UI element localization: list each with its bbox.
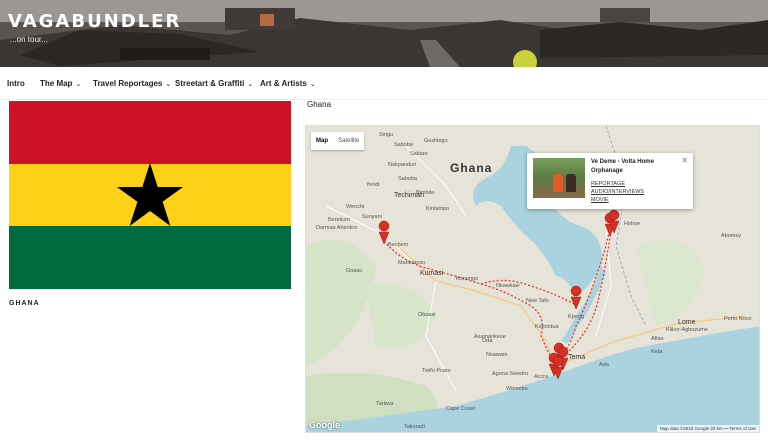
nav-item-label: Art & Artists bbox=[260, 79, 307, 88]
map-place-label: Nsawam bbox=[486, 352, 508, 358]
map-place-label: Nakpanduri bbox=[388, 162, 417, 168]
map-place-label: Aflao bbox=[651, 336, 664, 342]
map-place-label: Cape Coast bbox=[446, 406, 476, 412]
map-place-label: Tarkwa bbox=[376, 401, 394, 407]
map-place-label: Twifo Praso bbox=[422, 368, 451, 374]
map-place-label: Konongo bbox=[456, 276, 479, 282]
chevron-down-icon: ⌄ bbox=[165, 81, 172, 88]
map-place-label: Dormaa Ahenkro bbox=[316, 225, 358, 231]
chevron-down-icon: ⌄ bbox=[309, 81, 316, 88]
map-place-label: Kintampo bbox=[426, 206, 450, 212]
map-place-label: New Tafo bbox=[526, 298, 549, 304]
map-place-label: Gushiegu bbox=[424, 138, 448, 144]
map-place-label: Porto Novo bbox=[724, 316, 752, 322]
map-place-label: Kpong bbox=[568, 314, 584, 320]
map-place-label: Saboba bbox=[394, 142, 413, 148]
info-link-movie[interactable]: MOVIE bbox=[591, 197, 609, 203]
map-place-label: Sirigu bbox=[379, 132, 394, 138]
map-place-label: Klikor-Agbozume bbox=[666, 327, 708, 333]
map-pin-icon bbox=[378, 220, 390, 245]
nav-item-label: Travel Reportages bbox=[93, 79, 163, 88]
map-place-label: Agona Swedru bbox=[492, 371, 529, 377]
page-title: Ghana bbox=[307, 100, 332, 109]
map-place-label: Obuasi bbox=[418, 312, 436, 318]
map-place-label: Berekum bbox=[328, 217, 351, 223]
info-window-title: Ve Deme - Volta Home Orphanage bbox=[591, 159, 654, 174]
nav-item-intro[interactable]: Intro bbox=[7, 79, 25, 88]
chevron-down-icon: ⌄ bbox=[247, 81, 254, 88]
map-type-control: Map Satellite bbox=[311, 132, 365, 150]
info-link-audio-interviews[interactable]: AUDIO/INTERVIEWS bbox=[591, 189, 644, 195]
flag-caption[interactable]: GHANA bbox=[9, 300, 40, 307]
google-logo[interactable]: Google bbox=[309, 420, 340, 430]
map-info-window: Ve Deme - Volta Home Orphanage REPORTAGE… bbox=[527, 153, 693, 209]
map-place-label: Saboba bbox=[398, 176, 417, 182]
map-place-label: Ada bbox=[599, 362, 609, 368]
site-title[interactable]: VAGABUNDLER bbox=[8, 11, 181, 32]
nav-item-streetart-graffiti[interactable]: Streetart & Graffiti ⌄ bbox=[175, 79, 253, 88]
map-place-label: Hohoe bbox=[624, 221, 641, 227]
map-country-label: Ghana bbox=[450, 161, 493, 175]
map-place-label: Keta bbox=[651, 349, 663, 355]
nav-item-label: Intro bbox=[7, 79, 25, 88]
map-place-label: Sunyani bbox=[362, 214, 382, 220]
map-place-label: Abomey bbox=[721, 233, 742, 239]
nav-item-art-artists[interactable]: Art & Artists ⌄ bbox=[260, 79, 316, 88]
map-attribution[interactable]: Map data ©2018 Google 20 km ⎯⎯ Terms of … bbox=[656, 425, 759, 432]
black-star-icon bbox=[117, 163, 183, 226]
map-place-label: Oda bbox=[482, 338, 493, 344]
chevron-down-icon: ⌄ bbox=[75, 81, 82, 88]
site-tagline: ...on tour... bbox=[10, 35, 48, 44]
map-place-label: Koforidua bbox=[535, 324, 559, 330]
main-navigation: Intro The Map ⌄ Travel Reportages ⌄ Street… bbox=[0, 67, 768, 100]
info-link-reportage[interactable]: REPORTAGE bbox=[591, 181, 625, 187]
google-map[interactable]: Map Satellite Ghana Sirigu Saboba Sabare… bbox=[305, 125, 760, 433]
map-place-label: Techiman bbox=[394, 192, 424, 199]
map-place-label: Sabare bbox=[410, 151, 428, 157]
map-type-map-button[interactable]: Map bbox=[311, 132, 333, 150]
map-place-label: Lome bbox=[678, 319, 696, 326]
map-place-label: Nkawkaw bbox=[496, 283, 520, 289]
map-place-label: Bechem bbox=[388, 242, 409, 248]
nav-item-travel-reportages[interactable]: Travel Reportages ⌄ bbox=[93, 79, 171, 88]
map-place-label: Mankranso bbox=[398, 260, 426, 266]
map-place-label: Goaso bbox=[346, 268, 363, 274]
map-type-satellite-button[interactable]: Satellite bbox=[333, 132, 364, 150]
ghana-flag-image bbox=[9, 101, 291, 290]
nav-item-label: Streetart & Graffiti bbox=[175, 79, 245, 88]
thumbnail-figure bbox=[566, 174, 576, 192]
map-place-label: Yendi bbox=[366, 182, 380, 188]
map-pin-icon bbox=[552, 355, 564, 380]
info-window-thumbnail[interactable] bbox=[533, 158, 585, 198]
map-place-label: Kumasi bbox=[420, 270, 444, 277]
map-place-label: Accra bbox=[534, 374, 549, 380]
nav-item-label: The Map bbox=[40, 79, 73, 88]
map-place-label: Takoradi bbox=[404, 424, 425, 430]
close-icon[interactable]: ✕ bbox=[681, 156, 688, 165]
thumbnail-figure bbox=[553, 174, 563, 192]
nav-item-the-map[interactable]: The Map ⌄ bbox=[40, 79, 81, 88]
map-pin-icon bbox=[570, 285, 582, 310]
map-place-label: Tema bbox=[568, 354, 586, 361]
header-banner: VAGABUNDLER ...on tour... bbox=[0, 0, 768, 67]
map-place-label: Winneba bbox=[506, 386, 528, 392]
map-place-label: Wenchi bbox=[346, 204, 365, 210]
